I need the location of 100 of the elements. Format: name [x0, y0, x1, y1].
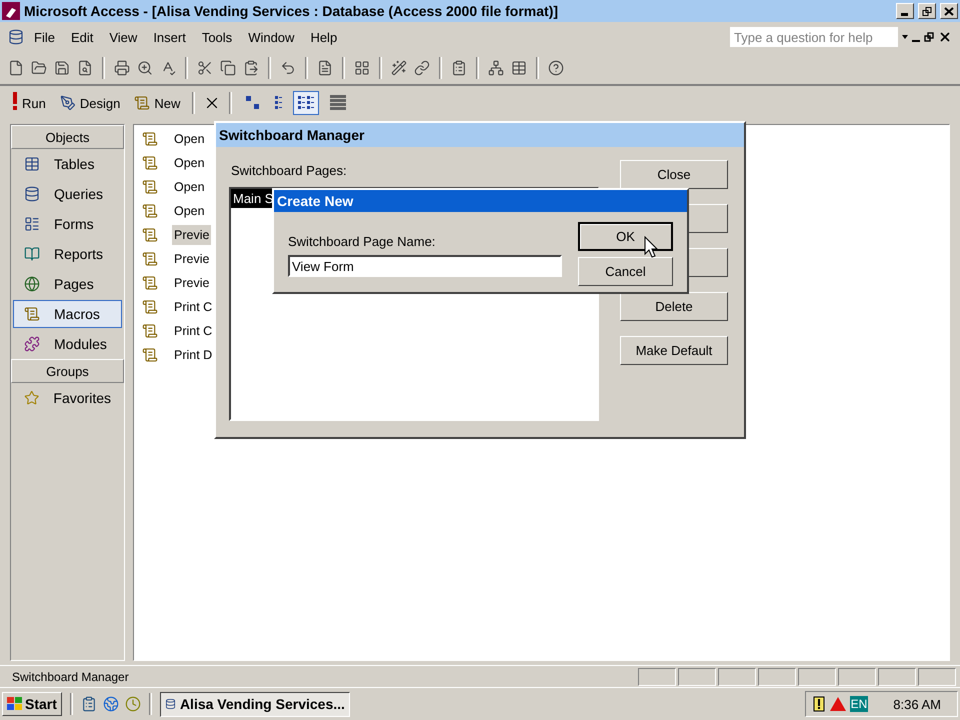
macro-icon — [142, 155, 158, 171]
paste-icon[interactable] — [243, 60, 259, 76]
status-panel — [638, 668, 676, 686]
help-search-field[interactable]: Type a question for help — [730, 27, 898, 47]
macro-item[interactable]: Open — [172, 177, 207, 197]
toolbar-button[interactable]: New — [130, 91, 184, 115]
help-icon[interactable] — [548, 60, 564, 76]
macro-item[interactable]: Print C — [172, 321, 214, 341]
page-name-field[interactable]: View Form — [288, 255, 562, 277]
minimize-button[interactable] — [896, 3, 914, 19]
status-panel — [878, 668, 916, 686]
close-button[interactable] — [940, 3, 958, 19]
object-type-item[interactable]: Tables — [13, 150, 122, 178]
database-window-icon — [8, 29, 24, 45]
tray-alert-icon — [812, 696, 826, 712]
language-indicator[interactable]: EN — [850, 696, 868, 712]
status-panel — [678, 668, 716, 686]
new-file-icon[interactable] — [8, 60, 24, 76]
status-panel — [758, 668, 796, 686]
macro-icon — [142, 347, 158, 363]
details-view-icon — [329, 95, 348, 111]
object-type-item[interactable]: Reports — [13, 240, 122, 268]
object-type-item[interactable]: Queries — [13, 180, 122, 208]
groups-header: Groups — [11, 359, 124, 383]
object-type-item[interactable]: Forms — [13, 210, 122, 238]
queries-icon — [24, 186, 40, 202]
object-type-item[interactable]: Modules — [13, 330, 122, 358]
dialog-title: Switchboard Manager — [216, 123, 744, 147]
menu-item[interactable]: Help — [304, 28, 344, 46]
database-window-icon — [164, 696, 176, 712]
macro-item[interactable]: Previe — [172, 273, 212, 293]
mouse-cursor-icon — [644, 236, 658, 258]
restore-icon — [922, 6, 932, 16]
undo-icon[interactable] — [280, 60, 296, 76]
group-item[interactable]: Favorites — [13, 384, 122, 412]
modules-icon — [24, 336, 40, 352]
object-type-item[interactable]: Pages — [13, 270, 122, 298]
macro-icon — [142, 323, 158, 339]
menu-item[interactable]: Edit — [64, 28, 100, 46]
dialog-button[interactable]: Cancel — [578, 257, 673, 286]
macro-icon — [142, 299, 158, 315]
dialog-button[interactable]: Delete — [620, 292, 728, 321]
table-icon[interactable] — [511, 60, 527, 76]
macro-icon — [142, 275, 158, 291]
macro-icon — [142, 227, 158, 243]
macro-item[interactable]: Previe — [172, 249, 212, 269]
macro-item[interactable]: Print D — [172, 345, 214, 365]
folder-icon[interactable] — [31, 60, 47, 76]
status-text: Switchboard Manager — [11, 670, 130, 684]
dialog-button[interactable]: Make Default — [620, 336, 728, 365]
save-icon[interactable] — [54, 60, 70, 76]
restore-button[interactable] — [918, 3, 936, 19]
status-panel — [718, 668, 756, 686]
status-panel — [918, 668, 956, 686]
macro-icon — [142, 251, 158, 267]
toolbar-button[interactable]: Design — [56, 91, 124, 115]
print-preview-icon[interactable] — [137, 60, 153, 76]
link-icon[interactable] — [414, 60, 430, 76]
reports-icon — [24, 246, 40, 262]
restore-icon[interactable] — [924, 32, 934, 42]
forms-icon — [24, 216, 40, 232]
macro-item[interactable]: Previe — [172, 225, 212, 245]
menu-item[interactable]: Insert — [147, 28, 192, 46]
minimize-icon — [900, 13, 910, 16]
document-icon[interactable] — [317, 60, 333, 76]
menu-item[interactable]: File — [28, 28, 61, 46]
grid-icon[interactable] — [354, 60, 370, 76]
start-button[interactable]: Start — [2, 692, 62, 716]
copy-icon[interactable] — [220, 60, 236, 76]
clock-app-icon[interactable] — [124, 696, 141, 712]
object-type-item[interactable]: Macros — [13, 300, 122, 328]
browser-icon[interactable] — [102, 696, 119, 712]
menu-item[interactable]: Tools — [196, 28, 238, 46]
file-search-icon[interactable] — [77, 60, 93, 76]
menu-item[interactable]: View — [103, 28, 144, 46]
view-button[interactable] — [293, 91, 320, 115]
macro-icon — [142, 179, 158, 195]
menu-item[interactable]: Window — [242, 28, 300, 46]
close-icon[interactable] — [938, 30, 952, 44]
relationships-icon[interactable] — [488, 60, 504, 76]
window-title: Microsoft Access - [Alisa Vending Services : Database (Access 2000 file format)] — [24, 3, 560, 19]
macro-item[interactable]: Open — [172, 129, 207, 149]
toolbar-button[interactable]: Run — [8, 91, 50, 115]
large-icons-icon — [244, 95, 260, 111]
new-macro-icon — [134, 95, 150, 111]
status-panel — [798, 668, 836, 686]
cut-icon[interactable] — [197, 60, 213, 76]
printer-icon[interactable] — [114, 60, 130, 76]
objects-header: Objects — [11, 125, 124, 149]
dialog-button[interactable]: OK — [578, 222, 673, 251]
properties-icon[interactable] — [451, 60, 467, 76]
dialog-title: Create New — [274, 190, 687, 212]
caret-icon — [902, 35, 908, 39]
macro-item[interactable]: Open — [172, 153, 207, 173]
macro-icon — [142, 131, 158, 147]
dialog-button[interactable]: Close — [620, 160, 728, 189]
wand-icon[interactable] — [391, 60, 407, 76]
macro-item[interactable]: Print C — [172, 297, 214, 317]
macro-item[interactable]: Open — [172, 201, 207, 221]
taskbar-button[interactable]: Alisa Vending Services... — [160, 692, 350, 716]
